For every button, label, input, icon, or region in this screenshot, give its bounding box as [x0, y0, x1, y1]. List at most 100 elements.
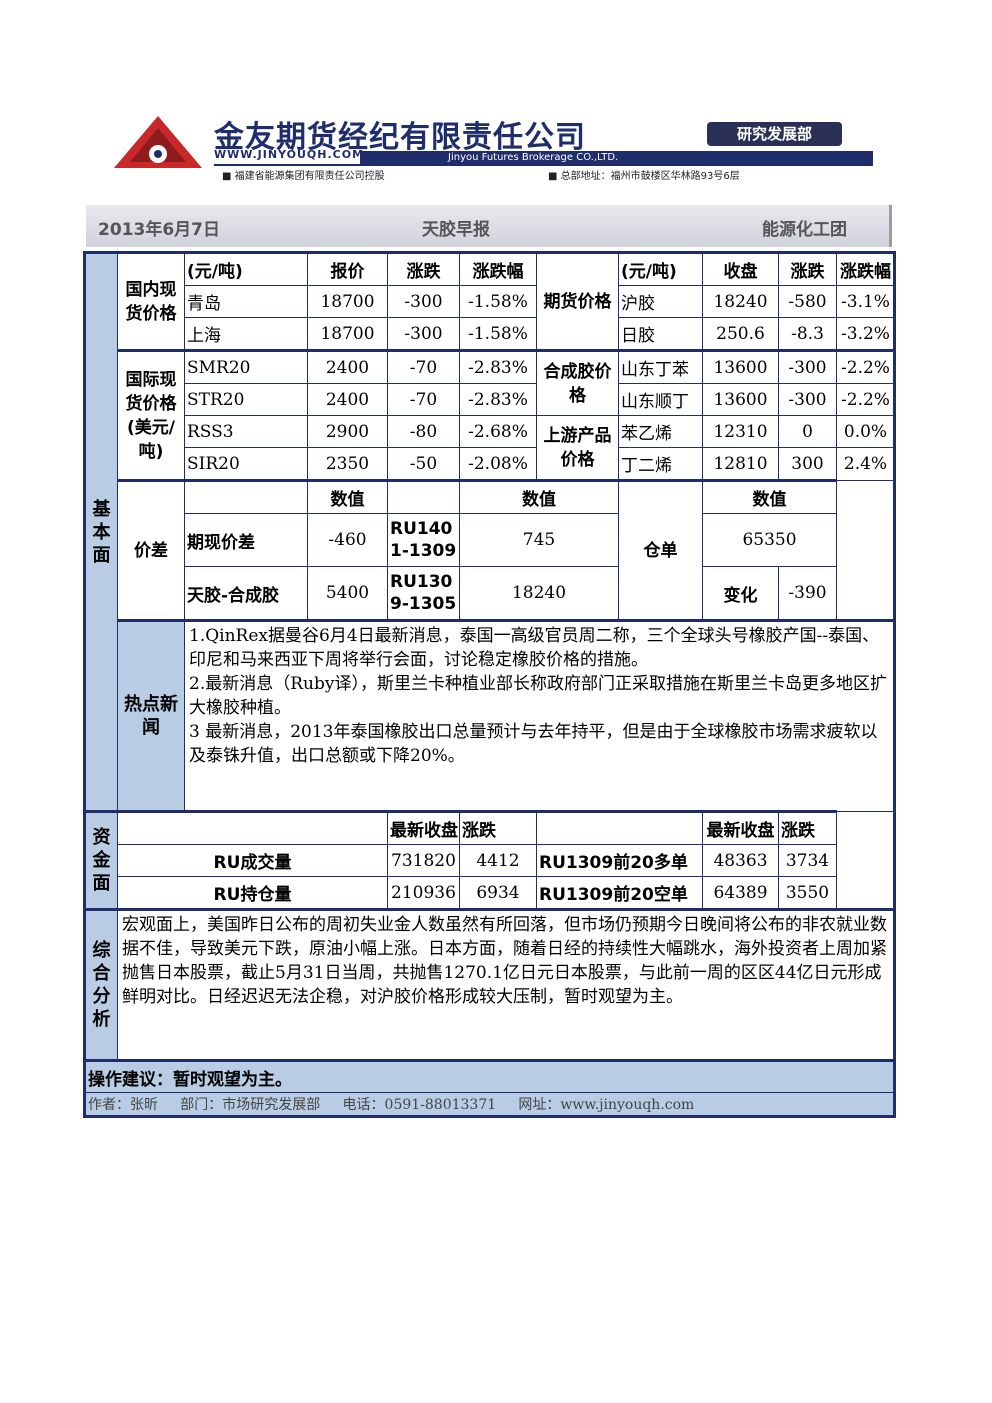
price-cell: 2400 [307, 349, 388, 384]
row-name: SIR20 [184, 447, 308, 481]
pct-cell: -2.83% [459, 349, 537, 384]
row-name: SMR20 [184, 349, 308, 384]
table-row: 天胶-合成胶 5400 RU1309-1305 18240 变化 -390 [85, 566, 895, 621]
change-cell: -300 [387, 285, 460, 318]
value-cell: 210936 [387, 876, 460, 910]
contract-cell: RU1309-1305 [387, 566, 460, 621]
warehouse-value: 65350 [702, 513, 837, 567]
col-header: 涨跌幅 [836, 252, 895, 286]
row-name: RSS3 [184, 415, 308, 448]
table-row: 青岛 18700 -300 -1.58% 沪胶 18240 -580 -3.1% [85, 285, 895, 318]
change-cell: -70 [387, 383, 460, 416]
report-group: 能源化工团 [762, 220, 847, 240]
change-cell: -70 [387, 349, 460, 384]
report-table: 基本面 国内现货价格 (元/吨) 报价 涨跌 涨跌幅 期货价格 (元/吨) 收盘… [83, 251, 896, 1118]
value-cell: 745 [459, 513, 619, 567]
side-label-basic: 基本面 [84, 252, 118, 812]
pct-cell: -3.2% [836, 317, 895, 351]
col-header: 涨跌 [778, 810, 837, 845]
price-cell: 2400 [307, 383, 388, 416]
pct-cell: -2.83% [459, 383, 537, 416]
change-cell: 0 [778, 415, 837, 448]
table-row: 期现价差 -460 RU1401-1309 745 65350 [85, 513, 895, 567]
footer-row: 作者：张昕 部门：市场研究发展部 电话：0591-88013371 网址：www… [84, 1092, 895, 1117]
change-cell: 3734 [778, 844, 837, 877]
advice-row: 操作建议：暂时观望为主。 [84, 1059, 895, 1093]
news-item: 1.QinRex据曼谷6月4日最新消息，泰国一高级官员周二称，三个全球头号橡胶产… [189, 626, 880, 670]
contract-cell: RU1401-1309 [387, 513, 460, 567]
side-label-news: 热点新闻 [117, 619, 185, 812]
col-header: 数值 [307, 479, 388, 514]
table-row: STR20 2400 -70 -2.83% 山东顺丁 13600 -300 -2… [85, 383, 895, 416]
change-cell: -300 [778, 383, 837, 416]
synthetic-label: 合成胶价格 [536, 349, 619, 416]
change-value: -390 [778, 566, 837, 621]
date-bar: 2013年6月7日 天胶早报 能源化工团 [86, 205, 892, 247]
analysis-block: 宏观面上，美国昨日公布的周初失业金人数虽然有所回落，但市场仍预期今日晚间将公布的… [117, 908, 895, 1061]
price-cell: 250.6 [702, 317, 779, 351]
row-name: 丁二烯 [618, 447, 703, 481]
change-cell: 4412 [459, 844, 537, 877]
table-row: RU成交量 731820 4412 RU1309前20多单 48363 3734 [85, 844, 895, 877]
value-cell: 48363 [702, 844, 779, 877]
footer-dept: 部门：市场研究发展部 [180, 1097, 321, 1113]
col-header: 数值 [459, 479, 619, 514]
table-row: 上海 18700 -300 -1.58% 日胶 250.6 -8.3 -3.2% [85, 317, 895, 351]
price-cell: 18700 [307, 317, 388, 351]
table-row: 价差 数值 数值 仓单 数值 [85, 479, 895, 621]
row-name: 沪胶 [618, 285, 703, 318]
table-row: 国际现货价格(美元/吨) SMR20 2400 -70 -2.83% 合成胶价格… [85, 349, 895, 481]
change-cell: -50 [387, 447, 460, 481]
table-row: SIR20 2350 -50 -2.08% 丁二烯 12810 300 2.4% [85, 447, 895, 481]
futures-label: 期货价格 [536, 252, 619, 351]
value-cell: -460 [307, 513, 388, 567]
pct-cell: -2.08% [459, 447, 537, 481]
col-header: 报价 [307, 252, 388, 286]
english-name-bar: Jinyou Futures Brokerage CO.,LTD. [360, 151, 873, 164]
pct-cell: 2.4% [836, 447, 895, 481]
row-name: RU成交量 [117, 844, 388, 877]
news-item: 2.最新消息（Ruby译），斯里兰卡种植业部长称政府部门正采取措施在斯里兰卡岛更… [189, 674, 887, 718]
side-label-funds: 资金面 [84, 810, 118, 910]
address-note: ■ 总部地址：福州市鼓楼区华林路93号6层 [548, 171, 740, 182]
pct-cell: -2.2% [836, 383, 895, 416]
row-name: 苯乙烯 [618, 415, 703, 448]
price-cell: 18240 [702, 285, 779, 318]
row-name: 期现价差 [184, 513, 308, 567]
price-cell: 18700 [307, 285, 388, 318]
change-cell: -80 [387, 415, 460, 448]
pct-cell: -2.68% [459, 415, 537, 448]
change-cell: -8.3 [778, 317, 837, 351]
col-header: 涨跌幅 [459, 252, 537, 286]
table-row: 资金面 最新收盘 涨跌 最新收盘 涨跌 [84, 810, 895, 910]
row-name: 山东顺丁 [618, 383, 703, 416]
row-name: RU1309前20空单 [536, 876, 703, 910]
change-cell: 3550 [778, 876, 837, 910]
pct-cell: -1.58% [459, 317, 537, 351]
col-header: 涨跌 [459, 810, 537, 845]
pct-cell: -2.2% [836, 349, 895, 384]
spread-label: 价差 [117, 479, 185, 621]
row-name: 上海 [184, 317, 308, 351]
report-title: 天胶早报 [422, 220, 490, 240]
footer-phone: 电话：0591-88013371 [342, 1097, 497, 1113]
company-logo [114, 116, 202, 168]
international-label: 国际现货价格(美元/吨) [117, 349, 185, 481]
domestic-unit: (元/吨) [184, 252, 308, 286]
change-cell: -300 [387, 317, 460, 351]
row-name: 山东丁苯 [618, 349, 703, 384]
report-date: 2013年6月7日 [98, 220, 220, 240]
col-header: 数值 [702, 479, 837, 514]
row-name: RU1309前20多单 [536, 844, 703, 877]
pct-cell: 0.0% [836, 415, 895, 448]
change-cell: 6934 [459, 876, 537, 910]
website-label: WWW.JINYOUQH.COM [214, 148, 365, 161]
value-cell: 5400 [307, 566, 388, 621]
table-row: RSS3 2900 -80 -2.68% 上游产品价格 苯乙烯 12310 0 … [85, 415, 895, 481]
dept-badge: 研究发展部 [707, 122, 842, 146]
price-cell: 2900 [307, 415, 388, 448]
row-name: 天胶-合成胶 [184, 566, 308, 621]
news-item: 3 最新消息，2013年泰国橡胶出口总量预计与去年持平，但是由于全球橡胶市场需求… [189, 722, 878, 766]
change-label: 变化 [702, 566, 779, 621]
parent-company-note: ■ 福建省能源集团有限责任公司控股 [222, 171, 385, 182]
